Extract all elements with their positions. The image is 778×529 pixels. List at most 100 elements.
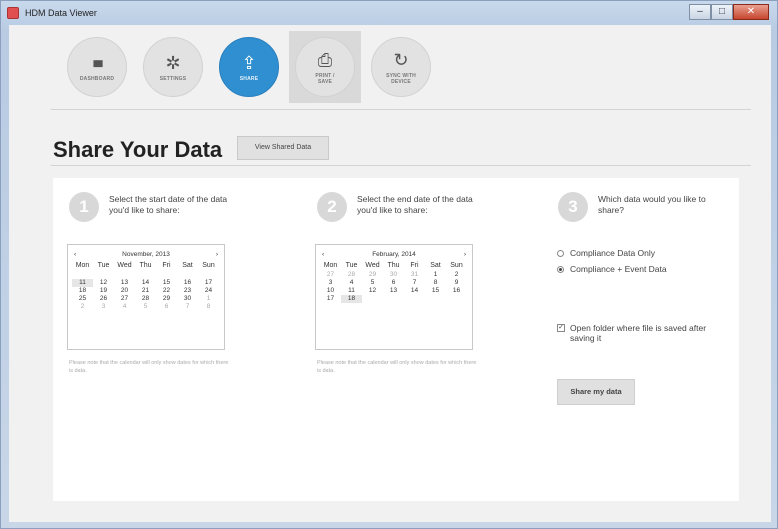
title-divider	[51, 165, 751, 166]
calendar-prev-button[interactable]: ‹	[74, 251, 76, 258]
calendar-grid: Mon Tue Wed Thu Fri Sat Sun 27 28 29 30 31 1 2 3 4 5 6 7 8 9…	[320, 260, 467, 303]
calendar-day[interactable]: 1	[425, 271, 446, 279]
calendar-day[interactable]: 7	[404, 279, 425, 287]
open-folder-checkbox[interactable]: ✓ Open folder where file is saved after …	[557, 323, 717, 343]
calendar-day[interactable]: 30	[177, 295, 198, 303]
radio-button[interactable]	[557, 265, 564, 273]
calendar-day[interactable]: 29	[362, 271, 383, 279]
calendar-day[interactable]: 8	[425, 279, 446, 287]
share-my-data-button[interactable]: Share my data	[557, 379, 635, 405]
weekday-header: Wed	[365, 261, 380, 269]
calendar-day[interactable]: 14	[404, 287, 425, 295]
app-window: HDM Data Viewer – □ ✕ ▮▮▮ DASHBOARD ✲ SETT…	[0, 0, 778, 529]
weekday-header: Mon	[323, 261, 338, 269]
calendar-day[interactable]: 15	[156, 279, 177, 287]
calendar-note: Please note that the calendar will only …	[69, 360, 229, 374]
step-1-number: 1	[69, 192, 99, 222]
calendar-day[interactable]: 20	[114, 287, 135, 295]
calendar-day[interactable]: 28	[341, 271, 362, 279]
calendar-day[interactable]: 21	[135, 287, 156, 295]
calendar-day[interactable]: 5	[362, 279, 383, 287]
calendar-day[interactable]: 11	[341, 287, 362, 295]
sync-device-button[interactable]: ↻ SYNC WITH DEVICE	[365, 31, 437, 103]
close-button[interactable]: ✕	[733, 4, 769, 20]
calendar-day[interactable]: 23	[177, 287, 198, 295]
radio-button[interactable]	[557, 249, 564, 257]
weekday-header: Sun	[202, 261, 215, 269]
calendar-prev-button[interactable]: ‹	[322, 251, 324, 258]
calendar-day	[383, 295, 404, 303]
step-3: 3 Which data would you like to share?	[558, 192, 723, 222]
share-tab-button[interactable]: ⇪ SHARE	[213, 31, 285, 103]
settings-button[interactable]: ✲ SETTINGS	[137, 31, 209, 103]
step-2-text: Select the end date of the data you'd li…	[357, 194, 473, 215]
maximize-button[interactable]: □	[711, 4, 733, 20]
calendar-day[interactable]: 28	[135, 295, 156, 303]
calendar-day	[446, 295, 467, 303]
calendar-day[interactable]: 10	[320, 287, 341, 295]
calendar-day[interactable]: 9	[446, 279, 467, 287]
calendar-day[interactable]: 2	[446, 271, 467, 279]
calendar-day[interactable]: 6	[383, 279, 404, 287]
settings-label: SETTINGS	[159, 75, 187, 82]
upload-icon: ⇪	[241, 52, 257, 73]
calendar-day[interactable]: 12	[362, 287, 383, 295]
checkbox[interactable]: ✓	[557, 324, 565, 332]
calendar-day[interactable]: 11	[72, 279, 93, 287]
toolbar: ▮▮▮ DASHBOARD ✲ SETTINGS ⇪ SHARE ⎙ PRINT / S…	[9, 25, 771, 109]
calendar-day[interactable]: 4	[341, 279, 362, 287]
calendar-day[interactable]: 27	[320, 271, 341, 279]
calendar-day[interactable]: 30	[383, 271, 404, 279]
calendar-day[interactable]: 22	[156, 287, 177, 295]
calendar-day[interactable]: 7	[177, 303, 198, 311]
calendar-day[interactable]: 17	[320, 295, 341, 303]
view-shared-data-button[interactable]: View Shared Data	[237, 136, 329, 160]
minimize-button[interactable]: –	[689, 4, 711, 20]
calendar-day[interactable]: 27	[114, 295, 135, 303]
calendar-next-button[interactable]: ›	[464, 251, 466, 258]
window-controls: – □ ✕	[689, 4, 769, 20]
calendar-day[interactable]: 4	[114, 303, 135, 311]
calendar-day[interactable]: 15	[425, 287, 446, 295]
calendar-day[interactable]: 26	[93, 295, 114, 303]
weekday-header: Sun	[450, 261, 463, 269]
calendar-day[interactable]: 25	[72, 295, 93, 303]
calendar-day	[198, 271, 219, 279]
weekday-header: Sat	[182, 261, 193, 269]
calendar-day[interactable]: 18	[72, 287, 93, 295]
dashboard-label: DASHBOARD	[79, 75, 115, 82]
calendar-day[interactable]: 3	[320, 279, 341, 287]
calendar-day[interactable]: 1	[198, 295, 219, 303]
dashboard-button[interactable]: ▮▮▮ DASHBOARD	[61, 31, 133, 103]
calendar-day[interactable]: 12	[93, 279, 114, 287]
calendar-month-label: February, 2014	[372, 251, 416, 258]
start-date-calendar: ‹ November, 2013 › Mon Tue Wed Thu Fri Sat Sun…	[67, 244, 225, 350]
calendar-day[interactable]: 3	[93, 303, 114, 311]
calendar-note: Please note that the calendar will only …	[317, 360, 477, 374]
calendar-day[interactable]: 24	[198, 287, 219, 295]
share-panel: 1 Select the start date of the data you'…	[53, 178, 739, 501]
calendar-day[interactable]: 8	[198, 303, 219, 311]
title-bar: HDM Data Viewer – □ ✕	[1, 1, 777, 25]
calendar-day[interactable]: 14	[135, 279, 156, 287]
calendar-day[interactable]: 18	[341, 295, 362, 303]
calendar-day[interactable]: 16	[446, 287, 467, 295]
calendar-day[interactable]: 13	[114, 279, 135, 287]
open-folder-label: Open folder where file is saved after sa…	[570, 323, 707, 343]
calendar-day[interactable]: 6	[156, 303, 177, 311]
calendar-day[interactable]: 5	[135, 303, 156, 311]
toolbar-divider	[51, 109, 751, 110]
calendar-day[interactable]: 2	[72, 303, 93, 311]
calendar-day[interactable]: 19	[93, 287, 114, 295]
calendar-day	[425, 295, 446, 303]
compliance-only-radio[interactable]: Compliance Data Only	[557, 248, 655, 258]
calendar-day[interactable]: 31	[404, 271, 425, 279]
calendar-day[interactable]: 16	[177, 279, 198, 287]
compliance-event-radio[interactable]: Compliance + Event Data	[557, 264, 667, 274]
calendar-day[interactable]: 29	[156, 295, 177, 303]
calendar-next-button[interactable]: ›	[216, 251, 218, 258]
calendar-day[interactable]: 17	[198, 279, 219, 287]
print-save-button[interactable]: ⎙ PRINT / SAVE	[289, 31, 361, 103]
calendar-day	[72, 271, 93, 279]
calendar-day[interactable]: 13	[383, 287, 404, 295]
